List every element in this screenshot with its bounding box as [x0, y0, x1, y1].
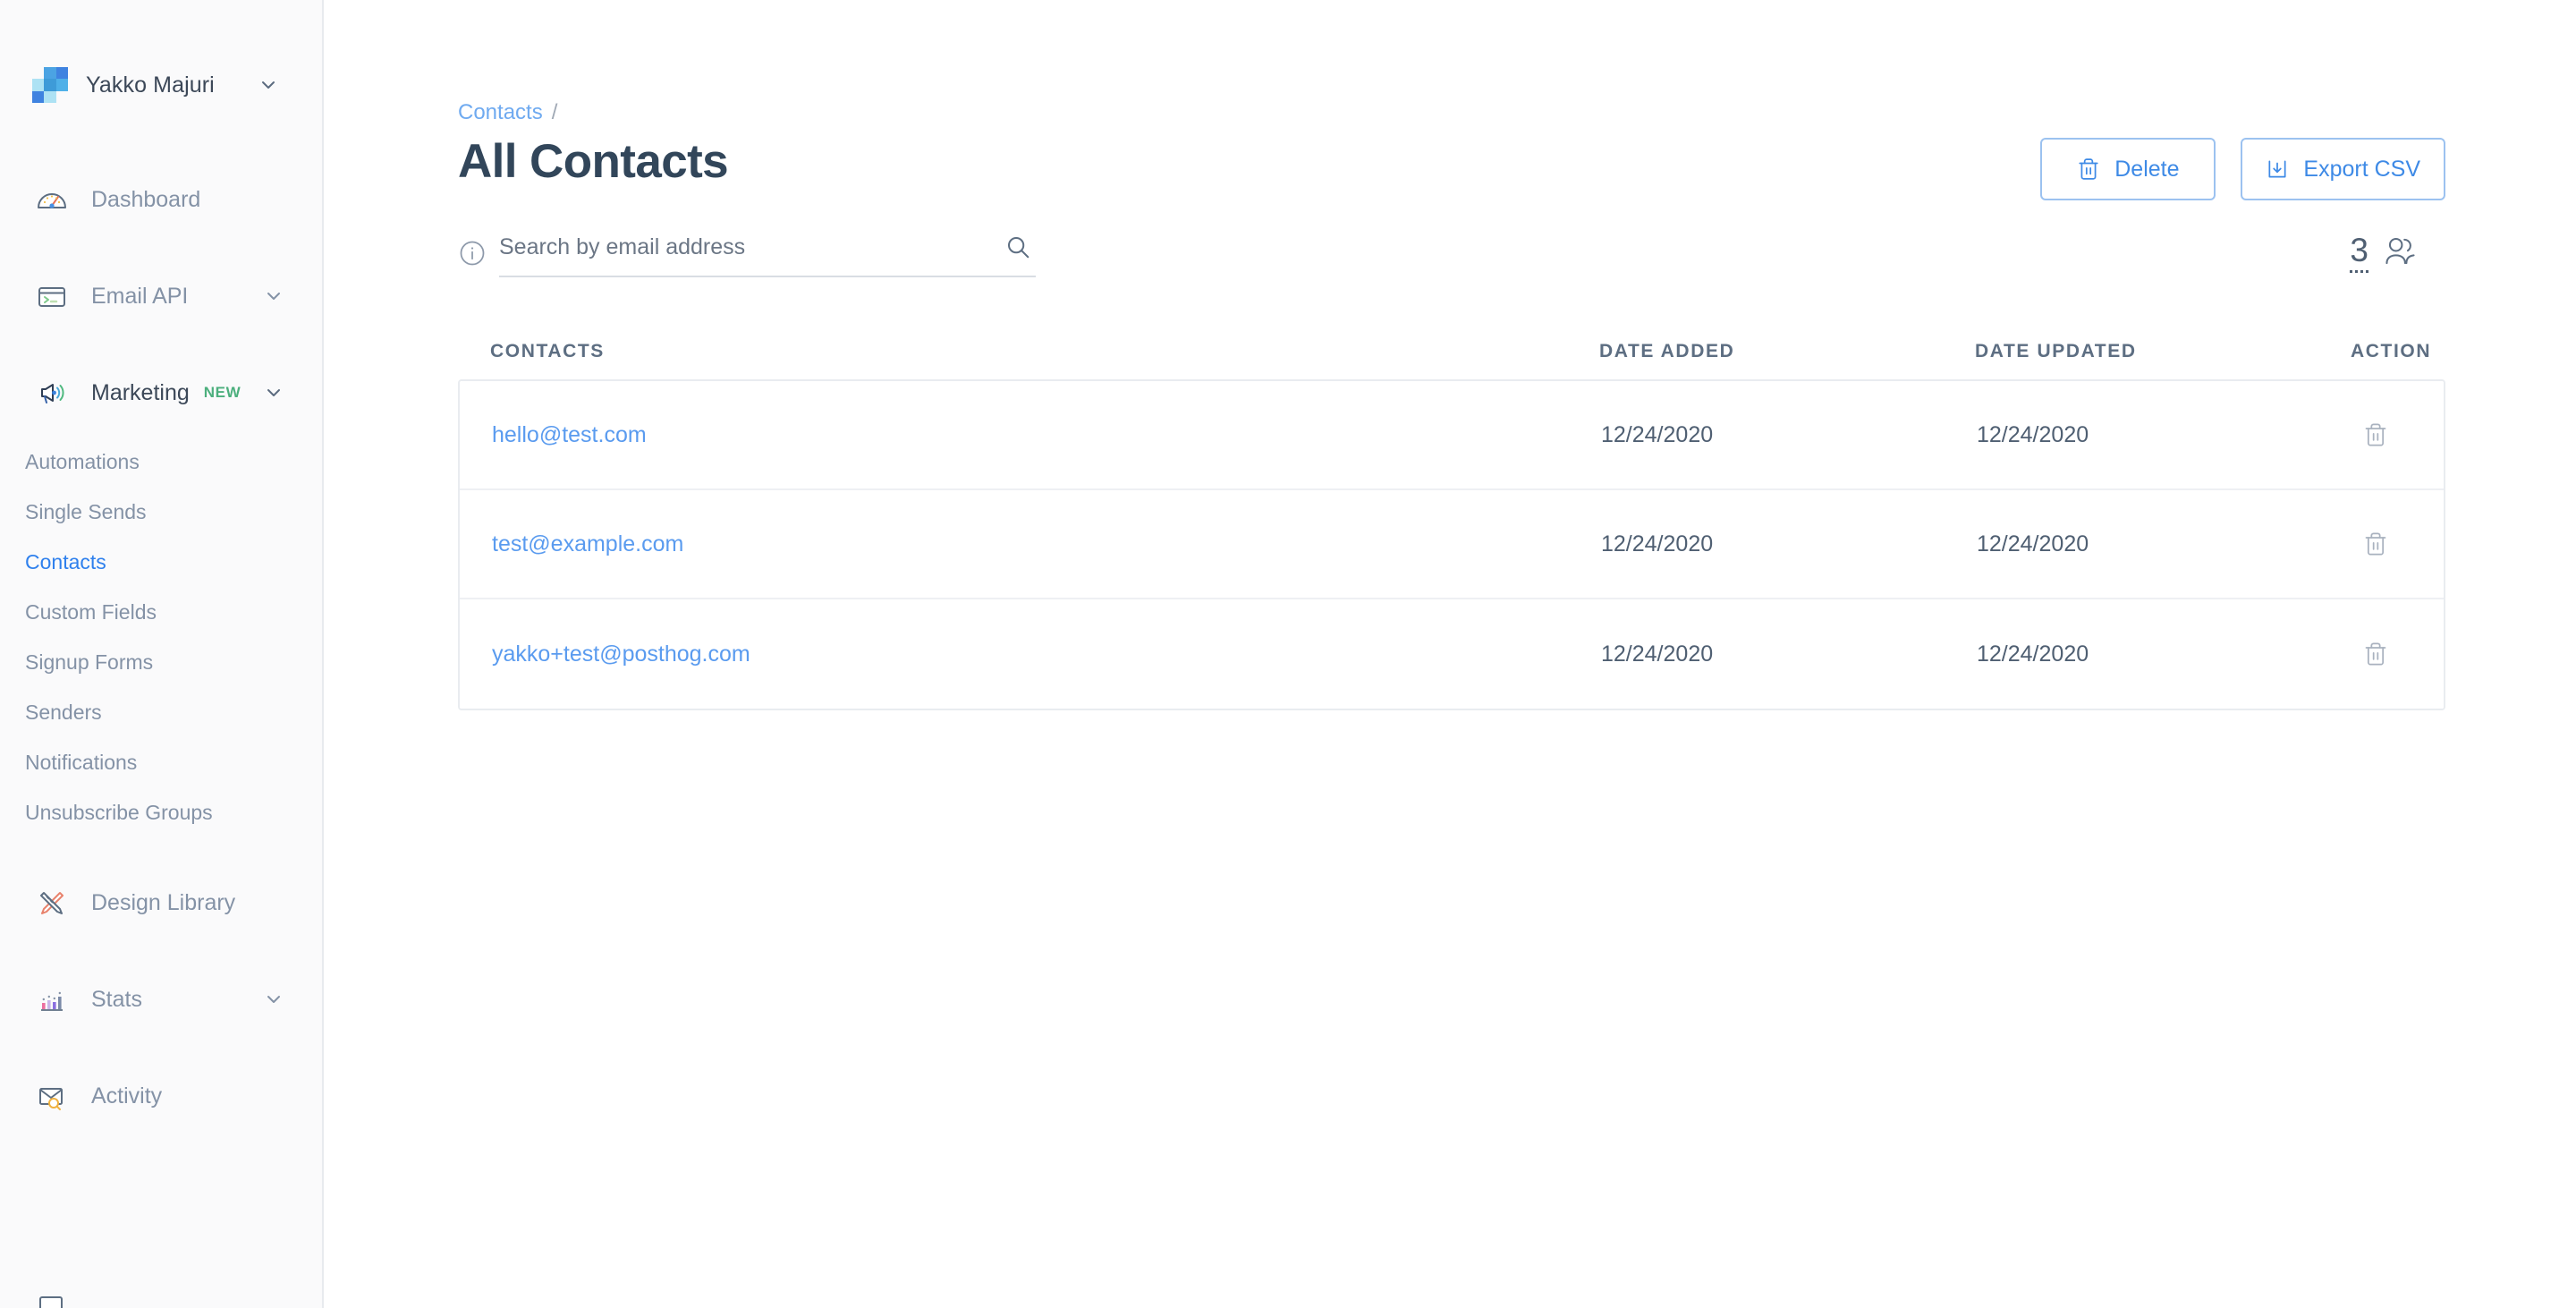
- delete-button[interactable]: Delete: [2040, 138, 2216, 200]
- header-actions: Delete Export CSV: [2040, 100, 2445, 200]
- terminal-card-icon: [32, 276, 72, 316]
- contact-date-updated: 12/24/2020: [1977, 641, 2089, 667]
- search-row: 3: [458, 229, 2445, 277]
- row-action: [2352, 524, 2411, 564]
- table-body: hello@test.com 12/24/2020 12/24/2020 tes…: [458, 379, 2445, 710]
- subnav-label: Notifications: [25, 750, 138, 774]
- contact-email-link[interactable]: yakko+test@posthog.com: [492, 641, 1601, 667]
- column-header-date-updated: DATE UPDATED: [1975, 341, 2137, 361]
- search-icon[interactable]: [1000, 229, 1036, 265]
- delete-button-label: Delete: [2114, 156, 2180, 182]
- sidebar-item-stats[interactable]: Stats: [0, 968, 322, 1031]
- column-header-contacts: CONTACTS: [490, 341, 605, 361]
- table-row[interactable]: hello@test.com 12/24/2020 12/24/2020: [460, 381, 2444, 490]
- row-delete-trash-icon[interactable]: [2356, 415, 2395, 454]
- account-name: Yakko Majuri: [86, 72, 215, 98]
- export-csv-button[interactable]: Export CSV: [2241, 138, 2445, 200]
- marketing-subnav: Automations Single Sends Contacts Custom…: [0, 424, 322, 837]
- contact-date-added: 12/24/2020: [1601, 531, 1714, 556]
- breadcrumb-contacts[interactable]: Contacts: [458, 100, 543, 125]
- table-header-row: CONTACTS DATE ADDED DATE UPDATED ACTION: [458, 324, 2445, 379]
- contact-email-link[interactable]: hello@test.com: [492, 422, 1601, 448]
- breadcrumb: Contacts /: [458, 100, 728, 125]
- subnav-label: Contacts: [25, 549, 106, 573]
- search-input[interactable]: [499, 234, 1000, 260]
- row-action: [2352, 634, 2411, 674]
- contacts-table: CONTACTS DATE ADDED DATE UPDATED ACTION …: [458, 324, 2445, 710]
- table-row[interactable]: yakko+test@posthog.com 12/24/2020 12/24/…: [460, 599, 2444, 709]
- row-delete-trash-icon[interactable]: [2356, 524, 2395, 564]
- info-circle-icon[interactable]: [458, 239, 487, 268]
- download-icon: [2266, 157, 2289, 181]
- page-header: Contacts / All Contacts Delete Export CS…: [458, 100, 2445, 200]
- sidebar-item-senders[interactable]: Senders: [0, 687, 322, 737]
- contact-date-updated: 12/24/2020: [1977, 531, 2089, 556]
- sidebar-item-label: Marketing: [91, 379, 190, 405]
- trash-icon: [2077, 157, 2100, 181]
- sidebar-item-label: Email API: [91, 283, 189, 309]
- row-delete-trash-icon[interactable]: [2356, 634, 2395, 674]
- megaphone-icon: [32, 373, 72, 412]
- bar-chart-icon: [32, 980, 72, 1019]
- column-header-action: ACTION: [2351, 341, 2432, 361]
- contact-count-value: 3: [2350, 233, 2368, 273]
- subnav-label: Custom Fields: [25, 599, 157, 624]
- sidebar-item-notifications[interactable]: Notifications: [0, 737, 322, 787]
- sidebar-item-label: Activity: [91, 1083, 163, 1108]
- sidebar-item-label: Dashboard: [91, 186, 201, 212]
- sidebar-item-partial-icon[interactable]: [32, 1285, 72, 1308]
- contact-date-added: 12/24/2020: [1601, 421, 1714, 447]
- table-row[interactable]: test@example.com 12/24/2020 12/24/2020: [460, 490, 2444, 599]
- contact-email-link[interactable]: test@example.com: [492, 531, 1601, 557]
- sidebar-item-custom-fields[interactable]: Custom Fields: [0, 587, 322, 637]
- sidebar-item-label: Stats: [91, 986, 142, 1012]
- subnav-label: Automations: [25, 449, 140, 473]
- sidebar-item-marketing[interactable]: Marketing NEW: [0, 361, 322, 424]
- main-content: Contacts / All Contacts Delete Export CS…: [324, 0, 2576, 1308]
- account-switcher[interactable]: Yakko Majuri: [0, 0, 322, 107]
- chevron-down-icon[interactable]: [258, 74, 279, 96]
- chevron-down-icon[interactable]: [263, 989, 284, 1010]
- sidebar-item-design-library[interactable]: Design Library: [0, 871, 322, 934]
- status-badge: NEW: [203, 384, 242, 401]
- app-root: Yakko Majuri Dashboard Email API Marketi…: [0, 0, 2576, 1308]
- pencil-ruler-icon: [32, 883, 72, 922]
- header-left: Contacts / All Contacts: [458, 100, 729, 188]
- sidebar: Yakko Majuri Dashboard Email API Marketi…: [0, 0, 324, 1308]
- contact-count: 3: [2350, 233, 2445, 273]
- sidebar-item-automations[interactable]: Automations: [0, 437, 322, 487]
- subnav-label: Signup Forms: [25, 650, 154, 674]
- contact-date-updated: 12/24/2020: [1977, 421, 2089, 447]
- subnav-label: Senders: [25, 700, 102, 724]
- page-title: All Contacts: [458, 135, 729, 188]
- row-action: [2352, 415, 2411, 454]
- speedometer-icon: [32, 180, 72, 219]
- contact-date-added: 12/24/2020: [1601, 641, 1714, 667]
- subnav-label: Single Sends: [25, 499, 147, 523]
- users-icon: [2383, 234, 2422, 273]
- sendgrid-logo: [32, 67, 68, 103]
- sidebar-item-single-sends[interactable]: Single Sends: [0, 487, 322, 537]
- subnav-label: Unsubscribe Groups: [25, 800, 213, 824]
- sidebar-item-email-api[interactable]: Email API: [0, 265, 322, 327]
- column-header-date-added: DATE ADDED: [1599, 341, 1735, 361]
- search-field: [499, 229, 1036, 277]
- breadcrumb-separator: /: [551, 100, 558, 124]
- chevron-down-icon[interactable]: [263, 285, 284, 307]
- search-container: [458, 229, 1036, 277]
- chevron-down-icon[interactable]: [263, 382, 284, 403]
- sidebar-item-unsubscribe-groups[interactable]: Unsubscribe Groups: [0, 787, 322, 837]
- sidebar-item-contacts[interactable]: Contacts: [0, 537, 322, 587]
- export-csv-button-label: Export CSV: [2303, 156, 2420, 182]
- sidebar-item-dashboard[interactable]: Dashboard: [0, 168, 322, 231]
- sidebar-item-signup-forms[interactable]: Signup Forms: [0, 637, 322, 687]
- envelope-search-icon: [32, 1076, 72, 1116]
- sidebar-item-activity[interactable]: Activity: [0, 1065, 322, 1127]
- sidebar-item-label: Design Library: [91, 889, 236, 915]
- sidebar-nav: Dashboard Email API Marketing NEW Automa…: [0, 107, 322, 1127]
